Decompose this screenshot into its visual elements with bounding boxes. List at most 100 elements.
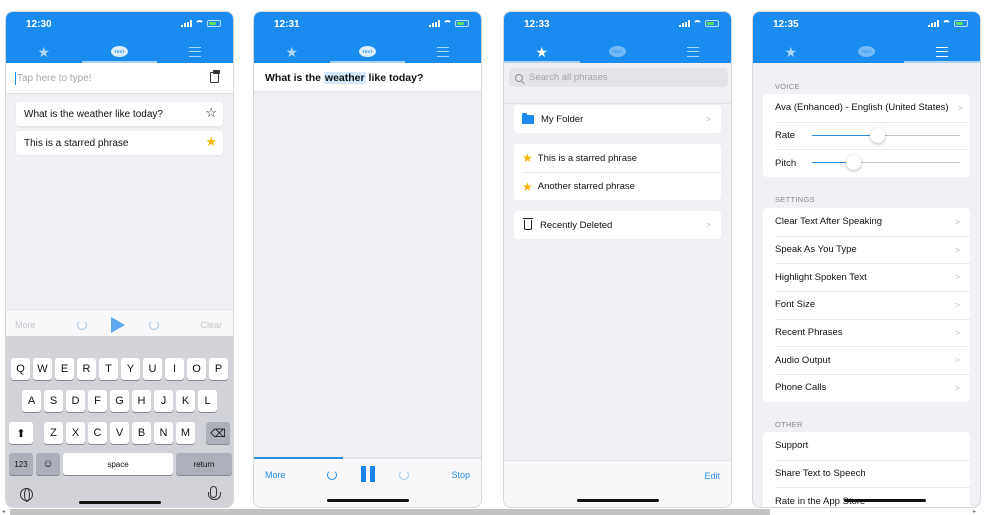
key-s[interactable]: S: [44, 390, 63, 412]
chevron-right-icon: >: [954, 355, 960, 366]
star-filled-icon[interactable]: ★: [205, 135, 217, 148]
key-r[interactable]: R: [77, 358, 96, 380]
settings-item[interactable]: Audio Output >: [763, 346, 970, 374]
forward-icon[interactable]: [149, 320, 159, 330]
key-w[interactable]: W: [33, 358, 52, 380]
scroll-right-icon[interactable]: ▸: [973, 508, 976, 515]
pitch-slider-thumb[interactable]: [846, 155, 862, 171]
text-bubble-icon: TEXT: [609, 46, 626, 57]
settings-item[interactable]: Highlight Spoken Text >: [763, 263, 970, 291]
stop-button[interactable]: Stop: [451, 470, 470, 480]
rate-slider[interactable]: [812, 127, 960, 143]
key-g[interactable]: G: [110, 390, 129, 412]
wifi-icon: [443, 20, 452, 27]
settings-item[interactable]: Rate in the App Store: [763, 487, 970, 507]
phrase-item[interactable]: This is a starred phrase ★: [16, 131, 223, 155]
pause-icon[interactable]: [361, 466, 375, 482]
voice-name: Ava (Enhanced) - English (United States): [775, 102, 949, 114]
key-o[interactable]: O: [187, 358, 206, 380]
key-x[interactable]: X: [66, 422, 85, 444]
tab-text[interactable]: TEXT: [580, 40, 656, 63]
paste-icon[interactable]: [210, 70, 220, 83]
key-v[interactable]: V: [110, 422, 129, 444]
search-icon: [515, 73, 523, 82]
key-z[interactable]: Z: [44, 422, 63, 444]
rewind-icon[interactable]: [327, 470, 337, 480]
tab-settings[interactable]: [904, 40, 980, 63]
globe-icon[interactable]: [20, 488, 33, 502]
settings-item[interactable]: Phone Calls >: [763, 374, 970, 402]
key-d[interactable]: D: [66, 390, 85, 412]
starred-phrase-item[interactable]: ★ Another starred phrase: [522, 172, 721, 200]
horizontal-scrollbar[interactable]: ◂ ▸: [0, 508, 996, 515]
text-input[interactable]: Tap here to type!: [6, 63, 233, 94]
tab-starred[interactable]: ★: [753, 40, 829, 63]
key-f[interactable]: F: [88, 390, 107, 412]
key-y[interactable]: Y: [121, 358, 140, 380]
key-u[interactable]: U: [143, 358, 162, 380]
more-button[interactable]: More: [15, 320, 36, 330]
key-i[interactable]: I: [165, 358, 184, 380]
tab-starred[interactable]: ★: [254, 40, 330, 63]
settings-item[interactable]: Clear Text After Speaking >: [763, 208, 970, 236]
key-h[interactable]: H: [132, 390, 151, 412]
status-time: 12:33: [524, 19, 550, 30]
voice-selector[interactable]: Ava (Enhanced) - English (United States)…: [763, 94, 970, 122]
key-b[interactable]: B: [132, 422, 151, 444]
tab-settings[interactable]: [157, 40, 233, 63]
settings-item[interactable]: Share Text to Speech: [763, 459, 970, 488]
tab-settings[interactable]: [655, 40, 731, 63]
more-button[interactable]: More: [265, 470, 286, 480]
key-l[interactable]: L: [198, 390, 217, 412]
space-key[interactable]: space: [63, 453, 173, 475]
starred-phrase-item[interactable]: ★ This is a starred phrase: [514, 144, 721, 172]
settings-item[interactable]: Speak As You Type >: [763, 235, 970, 264]
key-k[interactable]: K: [176, 390, 195, 412]
key-a[interactable]: A: [22, 390, 41, 412]
key-n[interactable]: N: [154, 422, 173, 444]
edit-button[interactable]: Edit: [704, 471, 720, 481]
settings-item[interactable]: Recent Phrases >: [763, 318, 970, 347]
search-input[interactable]: Search all phrases: [509, 68, 728, 87]
scrollbar-thumb[interactable]: [10, 509, 770, 515]
tab-text[interactable]: TEXT: [829, 40, 905, 63]
shift-key[interactable]: ⬆: [9, 422, 33, 444]
rate-slider-thumb[interactable]: [870, 127, 886, 143]
scroll-left-icon[interactable]: ◂: [2, 508, 5, 515]
status-icons: [181, 20, 221, 27]
settings-item[interactable]: Font Size >: [763, 291, 970, 319]
settings-item-label: Recent Phrases: [775, 327, 843, 339]
key-q[interactable]: Q: [11, 358, 30, 380]
phone-screen-speaking: 12:31 ★ TEXT What is the weather like to…: [253, 11, 482, 508]
rate-label: Rate: [775, 130, 796, 142]
folder-item[interactable]: My Folder >: [514, 105, 721, 133]
key-t[interactable]: T: [99, 358, 118, 380]
tab-text[interactable]: TEXT: [329, 40, 406, 63]
tab-settings[interactable]: [405, 40, 481, 63]
spoken-text[interactable]: What is the weather like today?: [254, 63, 481, 92]
forward-icon[interactable]: [399, 470, 409, 480]
tab-starred[interactable]: ★: [504, 40, 580, 63]
tab-starred[interactable]: ★: [6, 40, 82, 63]
key-p[interactable]: P: [209, 358, 228, 380]
settings-item[interactable]: Support: [763, 432, 970, 460]
key-c[interactable]: C: [88, 422, 107, 444]
recently-deleted-item[interactable]: Recently Deleted >: [514, 211, 721, 239]
key-m[interactable]: M: [176, 422, 195, 444]
play-icon[interactable]: [111, 317, 125, 333]
microphone-icon[interactable]: [208, 486, 221, 500]
numbers-key[interactable]: 123: [9, 453, 33, 475]
phrase-item[interactable]: What is the weather like today? ☆: [16, 102, 223, 126]
key-e[interactable]: E: [55, 358, 74, 380]
star-filled-icon: ★: [522, 179, 533, 194]
keyboard-row: 123 ☺ space return: [6, 453, 233, 475]
tab-text[interactable]: TEXT: [81, 40, 158, 63]
clear-button[interactable]: Clear: [200, 320, 222, 330]
rewind-icon[interactable]: [77, 320, 87, 330]
star-outline-icon[interactable]: ☆: [205, 106, 217, 119]
backspace-key[interactable]: ⌫: [206, 422, 230, 444]
return-key[interactable]: return: [176, 453, 232, 475]
key-j[interactable]: J: [154, 390, 173, 412]
pitch-slider[interactable]: [812, 155, 960, 171]
emoji-key[interactable]: ☺: [36, 453, 60, 475]
